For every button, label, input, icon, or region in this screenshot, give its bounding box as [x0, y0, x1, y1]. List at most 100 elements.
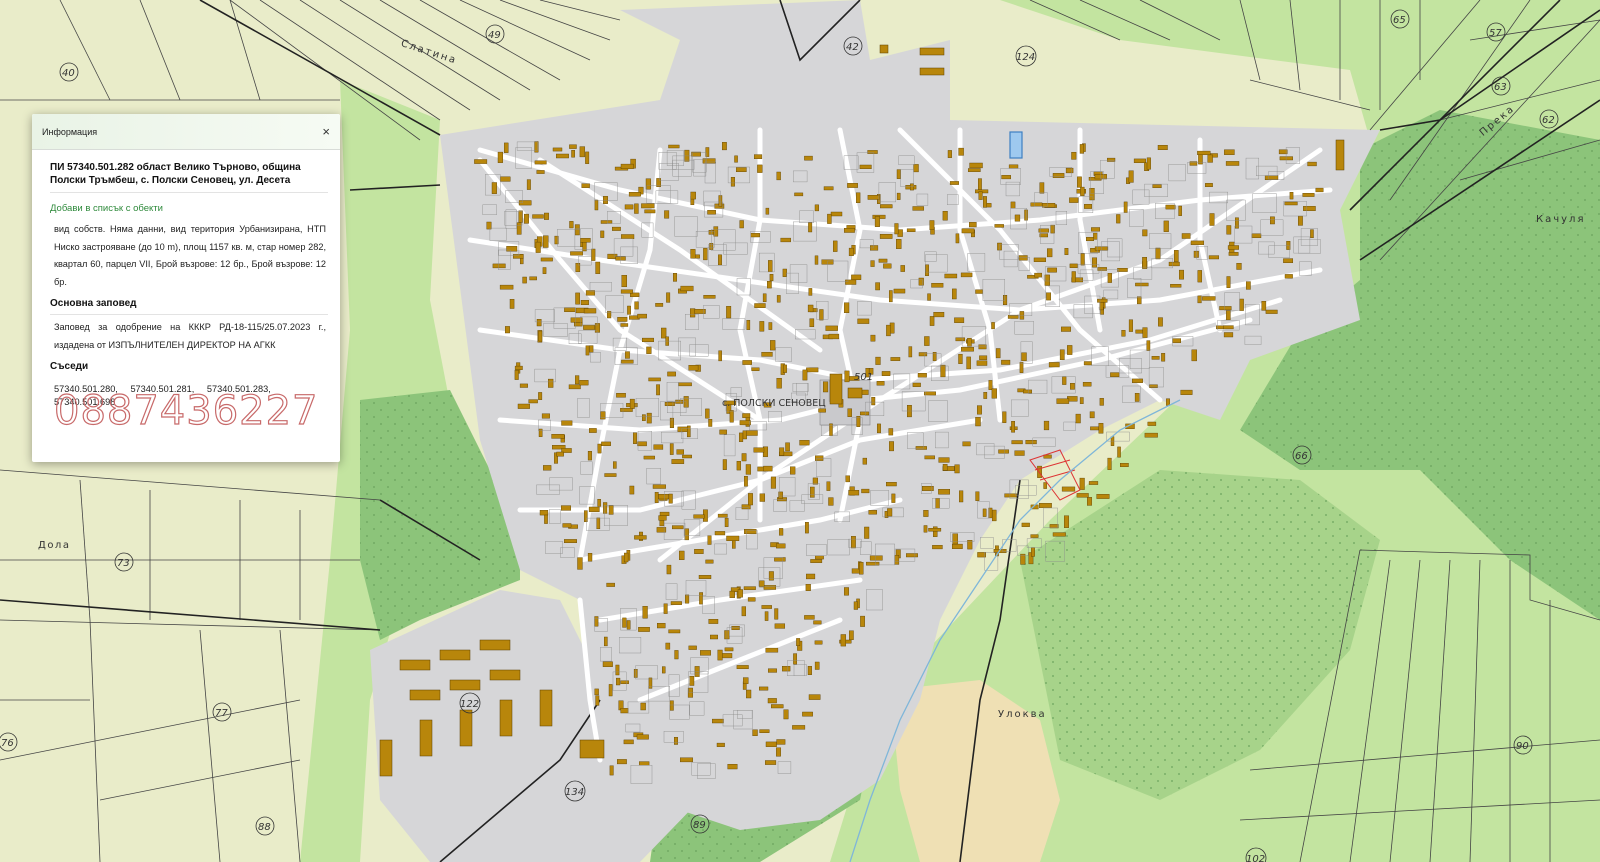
building [1228, 252, 1239, 256]
neighbor-link[interactable]: 57340.501.281, [130, 383, 194, 396]
building [1157, 144, 1168, 150]
building [814, 255, 819, 265]
building [1064, 247, 1069, 255]
building [932, 545, 943, 550]
parcel-number-63: 63 [1494, 82, 1507, 93]
building [679, 550, 685, 561]
building [552, 147, 563, 152]
building [595, 695, 600, 706]
building [1191, 349, 1197, 362]
building [867, 194, 880, 200]
building [845, 279, 857, 285]
building [594, 199, 599, 211]
building [1048, 362, 1060, 368]
building [893, 288, 906, 294]
building [666, 292, 671, 303]
selected-parcel[interactable] [1009, 131, 1023, 159]
building [745, 464, 752, 475]
building [1004, 493, 1017, 498]
building [759, 686, 769, 691]
building [1165, 204, 1176, 210]
building [492, 263, 506, 269]
building [608, 505, 614, 515]
building [595, 261, 601, 274]
building [966, 356, 971, 370]
building [923, 525, 928, 533]
building [620, 408, 633, 412]
building [741, 453, 747, 462]
building [629, 398, 635, 409]
close-icon[interactable]: × [322, 125, 330, 138]
building [621, 275, 627, 288]
building [1197, 295, 1202, 304]
building [561, 420, 573, 426]
building [506, 246, 518, 252]
neighbor-link[interactable]: 57340.501.283, [207, 383, 271, 396]
building [891, 493, 896, 503]
building [514, 370, 519, 380]
building [620, 289, 633, 294]
building [774, 623, 786, 629]
building [581, 183, 590, 188]
building [823, 186, 834, 191]
building [729, 590, 735, 598]
building [776, 295, 781, 303]
building [562, 523, 572, 528]
building [1209, 213, 1215, 226]
building [615, 664, 620, 676]
building [807, 666, 812, 675]
building [746, 689, 752, 699]
building [646, 346, 652, 354]
building [1044, 274, 1050, 286]
building [1047, 267, 1057, 273]
building [975, 417, 981, 427]
building [1070, 383, 1075, 390]
building [1121, 330, 1126, 337]
neighbor-link[interactable]: 57340.501.280, [54, 383, 118, 396]
building [978, 191, 983, 200]
building [1033, 257, 1047, 262]
building [648, 377, 661, 382]
building [991, 322, 995, 330]
building [597, 443, 602, 454]
building [1151, 356, 1160, 360]
building [624, 204, 634, 210]
building [759, 321, 765, 332]
building [1008, 164, 1019, 169]
building [670, 601, 682, 605]
building [1019, 362, 1024, 373]
building [544, 212, 549, 220]
building [848, 247, 854, 256]
building [1117, 446, 1121, 458]
building [1133, 158, 1146, 163]
building [1046, 292, 1052, 301]
building [1025, 440, 1037, 445]
building [716, 742, 725, 747]
building [961, 347, 975, 352]
building [815, 555, 824, 560]
building [968, 168, 981, 172]
building [819, 309, 824, 321]
building [1302, 192, 1315, 197]
building [538, 428, 543, 438]
building [1069, 263, 1078, 268]
neighbor-link[interactable]: 57340.501.698 [54, 396, 115, 409]
building [955, 233, 960, 244]
building [844, 370, 850, 383]
building [1147, 421, 1157, 426]
building [1149, 384, 1158, 389]
building [639, 761, 650, 766]
building [680, 285, 694, 292]
building [1245, 281, 1251, 290]
building [621, 359, 634, 364]
building [1219, 306, 1232, 311]
building [589, 345, 594, 353]
building [785, 442, 790, 452]
building [1279, 156, 1293, 161]
add-to-list-link[interactable]: Добави в списък с обекти [50, 203, 328, 214]
building [765, 647, 779, 653]
building [620, 163, 634, 170]
building [958, 354, 963, 364]
building [1014, 214, 1021, 222]
building [526, 179, 531, 190]
